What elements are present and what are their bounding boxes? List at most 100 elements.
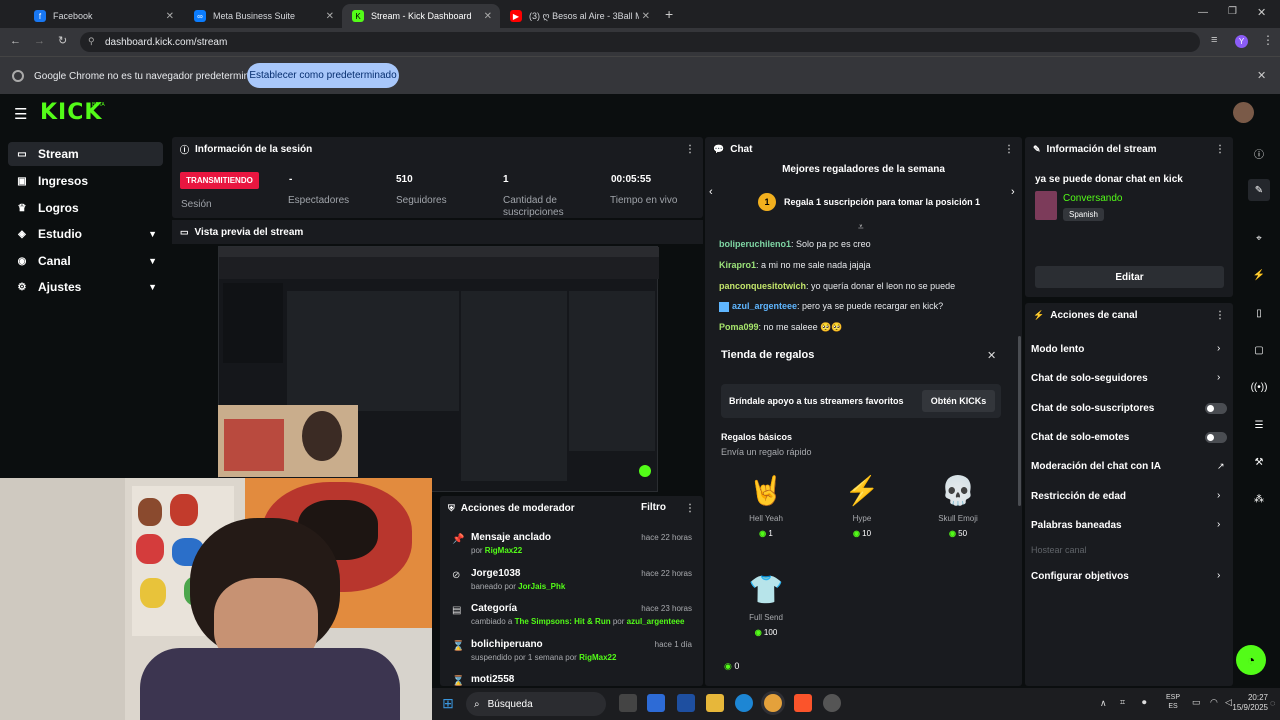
chevron-right-icon[interactable]: ›: [1011, 186, 1015, 198]
chat-username[interactable]: panconquesitotwich: [719, 281, 806, 291]
mod-action-item[interactable]: ⌛ bolichiperuano suspendido por 1 semana…: [448, 639, 696, 673]
tab-meta[interactable]: ∞ Meta Business Suite ✕: [184, 4, 342, 28]
chat-scrollbar[interactable]: [1018, 336, 1021, 506]
more-options-icon[interactable]: ⋮: [685, 503, 695, 514]
taskbar-clock[interactable]: 20:27 15/9/2025: [1230, 693, 1268, 713]
mod-action-item[interactable]: ▤ Categoría cambiado a The Simpsons: Hit…: [448, 603, 696, 637]
edge-icon[interactable]: [735, 694, 753, 712]
store-icon[interactable]: [677, 694, 695, 712]
close-icon[interactable]: ✕: [166, 11, 174, 22]
chrome-taskbar-icon[interactable]: [764, 694, 782, 712]
sidebar-item-estudio[interactable]: ◈ Estudio ▼: [8, 222, 163, 246]
tab-youtube[interactable]: ▶ (3) ღ Besos al Aire - 3Ball MT ✕: [500, 4, 658, 28]
more-options-icon[interactable]: ⋮: [1215, 310, 1225, 321]
site-info-icon[interactable]: ⚲: [88, 36, 95, 47]
chevron-right-icon[interactable]: ›: [1217, 343, 1220, 354]
chat-username[interactable]: Kirapro1: [719, 260, 756, 270]
info-icon[interactable]: ⓘ: [1248, 142, 1270, 164]
mod-action-item[interactable]: ⌛ moti2558: [448, 674, 696, 686]
reload-icon[interactable]: ↻: [58, 34, 67, 47]
filter-button[interactable]: Filtro: [641, 502, 666, 513]
chevron-right-icon[interactable]: ›: [1217, 570, 1220, 581]
external-link-icon[interactable]: ↗: [1217, 461, 1225, 472]
action-banned-words[interactable]: Palabras baneadas: [1031, 520, 1122, 531]
mic-icon[interactable]: ⏺: [1142, 697, 1147, 708]
copilot-icon[interactable]: [647, 694, 665, 712]
subscribers-only-toggle[interactable]: [1205, 403, 1227, 414]
chevron-right-icon[interactable]: ›: [1217, 372, 1220, 383]
brave-icon[interactable]: [794, 694, 812, 712]
gift-hype[interactable]: ⚡ Hype ◉ 10: [827, 472, 897, 538]
gift-hell-yeah[interactable]: 🤘 Hell Yeah ◉ 1: [731, 472, 801, 538]
new-tab-button[interactable]: +: [665, 6, 673, 22]
zap-icon[interactable]: ⚡: [1248, 264, 1270, 286]
chat-username[interactable]: Poma099: [719, 322, 759, 332]
notifications-icon[interactable]: ◌: [1270, 698, 1275, 708]
user-avatar[interactable]: [1233, 102, 1254, 123]
server-icon[interactable]: ☰: [1248, 414, 1270, 436]
close-icon[interactable]: ✕: [326, 11, 334, 22]
mod-action-item[interactable]: ⊘ Jorge1038 baneado por JorJais_Phk hace…: [448, 568, 696, 602]
gift-skull-emoji[interactable]: 💀 Skull Emoji ◉ 50: [923, 472, 993, 538]
close-icon[interactable]: ✕: [484, 11, 492, 22]
window-close-icon[interactable]: ✕: [1257, 6, 1266, 19]
sidebar-item-ajustes[interactable]: ⚙ Ajustes ▼: [8, 275, 163, 299]
tab-search-icon[interactable]: ≡: [1211, 34, 1217, 46]
sidebar-item-logros[interactable]: ♛ Logros: [8, 196, 163, 220]
chrome-menu-icon[interactable]: ⋮: [1262, 33, 1274, 47]
action-ai-moderation[interactable]: Moderación del chat con IA: [1031, 461, 1161, 472]
set-default-button[interactable]: Establecer como predeterminado: [247, 63, 399, 88]
more-options-icon[interactable]: ⋮: [685, 144, 695, 155]
task-view-icon[interactable]: [619, 694, 637, 712]
tab-kick-dashboard[interactable]: K Stream - Kick Dashboard ✕: [342, 4, 500, 28]
minimize-icon[interactable]: —: [1198, 7, 1208, 18]
wrench-icon[interactable]: ⚒: [1248, 451, 1270, 473]
stream-category[interactable]: Conversando: [1063, 193, 1122, 204]
sidebar-item-stream[interactable]: ▭ Stream: [8, 142, 163, 166]
network-icon[interactable]: ⌗: [1120, 697, 1125, 708]
broadcast-icon[interactable]: ((•)): [1248, 376, 1270, 398]
display-icon[interactable]: ▭: [1192, 697, 1201, 708]
taskbar-search[interactable]: ⌕ Búsqueda: [466, 692, 606, 716]
folder-icon[interactable]: [706, 694, 724, 712]
chat-username[interactable]: boliperuchileno1: [719, 239, 791, 249]
forward-icon[interactable]: →: [34, 35, 45, 47]
pin-toggle-icon[interactable]: ⩡: [858, 222, 864, 233]
obs-icon[interactable]: [823, 694, 841, 712]
chevron-right-icon[interactable]: ›: [1217, 490, 1220, 501]
action-configure-goals[interactable]: Configurar objetivos: [1031, 571, 1129, 582]
close-icon[interactable]: ✕: [987, 349, 996, 362]
document-icon[interactable]: ▯: [1248, 302, 1270, 324]
action-slow-mode[interactable]: Modo lento: [1031, 344, 1084, 355]
maximize-icon[interactable]: ❐: [1228, 6, 1237, 17]
action-followers-only[interactable]: Chat de solo-seguidores: [1031, 373, 1148, 384]
sidebar-item-canal[interactable]: ◉ Canal ▼: [8, 249, 163, 273]
chat-icon[interactable]: ▢: [1248, 339, 1270, 361]
chevron-left-icon[interactable]: ‹: [709, 186, 713, 198]
mod-action-item[interactable]: 📌 Mensaje anclado por RigMax22 hace 22 h…: [448, 532, 696, 566]
infobar-close-icon[interactable]: ✕: [1257, 69, 1266, 82]
wifi-icon[interactable]: ◠: [1210, 697, 1218, 708]
more-options-icon[interactable]: ⋮: [1215, 144, 1225, 155]
gift-full-send[interactable]: 👕 Full Send ◉ 100: [731, 571, 801, 637]
nodes-icon[interactable]: ⁂: [1248, 488, 1270, 510]
back-icon[interactable]: ←: [10, 35, 21, 47]
get-kicks-button[interactable]: Obtén KICKs: [922, 390, 995, 412]
more-options-icon[interactable]: ⋮: [1004, 144, 1014, 155]
edit-button[interactable]: Editar: [1035, 266, 1224, 288]
language-indicator[interactable]: ESP ES: [1166, 693, 1180, 711]
sidebar-item-ingresos[interactable]: ▣ Ingresos: [8, 169, 163, 193]
hamburger-menu-icon[interactable]: ☰: [14, 105, 27, 123]
camera-icon[interactable]: ⌖: [1248, 227, 1270, 249]
chat-username[interactable]: azul_argenteee: [732, 301, 797, 311]
action-age-restriction[interactable]: Restricción de edad: [1031, 491, 1126, 502]
tab-facebook[interactable]: f Facebook ✕: [24, 4, 182, 28]
windows-start-icon[interactable]: ⊞: [439, 694, 457, 712]
support-chat-icon[interactable]: ◔: [1236, 645, 1266, 675]
chevron-right-icon[interactable]: ›: [1217, 519, 1220, 530]
emotes-only-toggle[interactable]: [1205, 432, 1227, 443]
close-icon[interactable]: ✕: [642, 11, 650, 22]
pencil-icon[interactable]: ✎: [1248, 179, 1270, 201]
address-bar[interactable]: ⚲ dashboard.kick.com/stream: [80, 32, 1200, 52]
tray-chevron-icon[interactable]: ∧: [1100, 698, 1107, 709]
